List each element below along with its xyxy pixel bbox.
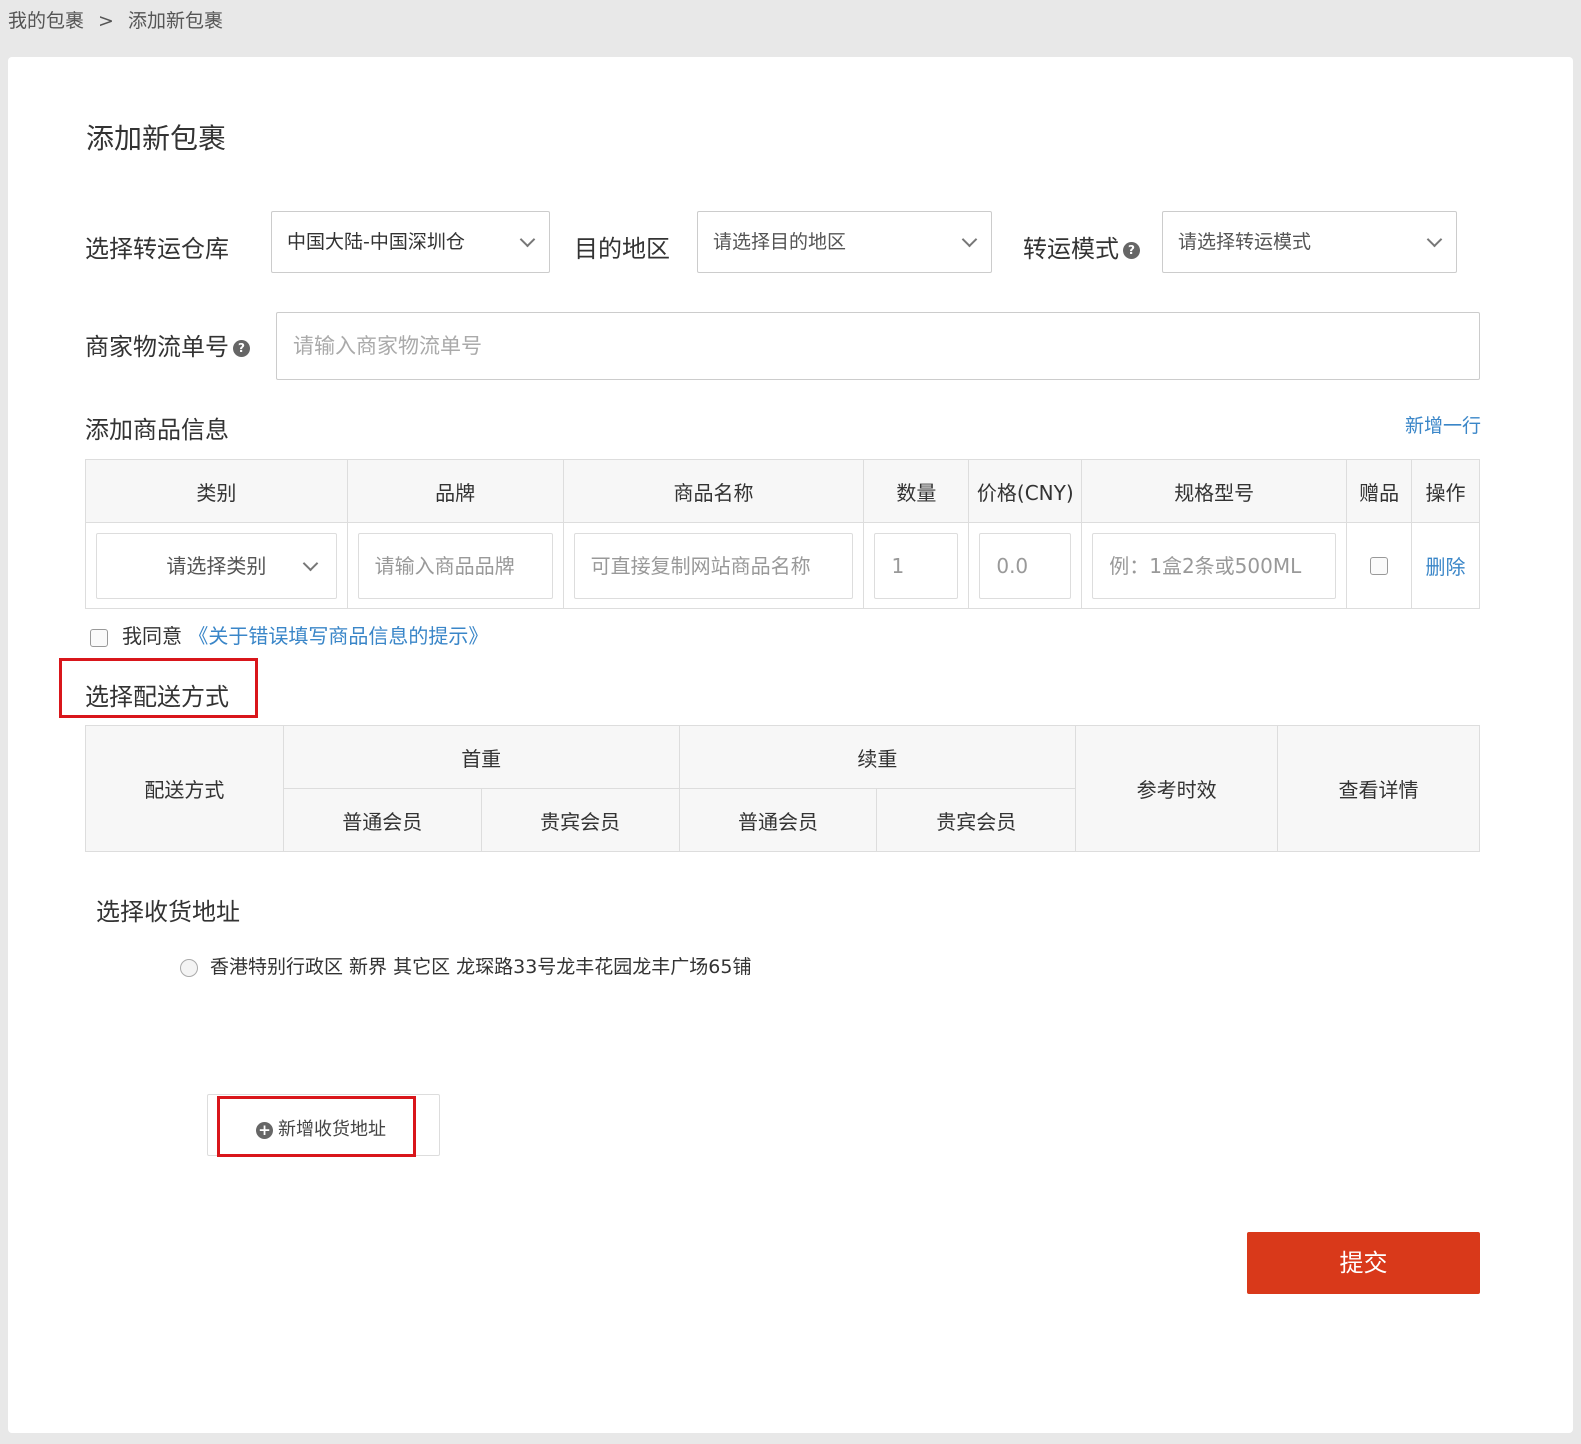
delete-row-link[interactable]: 删除 — [1426, 555, 1466, 579]
agree-checkbox[interactable] — [90, 628, 108, 647]
add-row-link[interactable]: 新增一行 — [1405, 411, 1481, 438]
warehouse-value: 中国大陆-中国深圳仓 — [287, 231, 465, 253]
chevron-down-icon — [961, 231, 978, 248]
address-text: 香港特别行政区 新界 其它区 龙琛路33号龙丰花园龙丰广场65铺 — [210, 956, 752, 978]
tracking-input[interactable]: 请输入商家物流单号 — [276, 312, 1480, 380]
warehouse-select[interactable]: 中国大陆-中国深圳仓 — [271, 211, 550, 273]
help-icon[interactable]: ? — [233, 339, 250, 357]
product-name-input[interactable]: 可直接复制网站商品名称 — [573, 532, 854, 599]
destination-placeholder: 请选择目的地区 — [713, 231, 847, 253]
submit-button[interactable]: 提交 — [1247, 1232, 1480, 1294]
column-header: 类别 — [85, 459, 348, 523]
destination-select[interactable]: 请选择目的地区 — [697, 211, 992, 273]
mode-select[interactable]: 请选择转运模式 — [1162, 211, 1457, 273]
column-header: 查看详情 — [1277, 725, 1480, 852]
mode-label: 转运模式 — [1023, 235, 1119, 263]
column-header: 品牌 — [346, 459, 564, 523]
shipping-header-row: 配送方式 首重 续重 参考时效 查看详情 — [85, 725, 1480, 852]
agree-text: 我同意 — [122, 624, 182, 648]
column-header: 普通会员 — [678, 788, 878, 852]
gift-checkbox[interactable] — [1370, 557, 1389, 576]
column-header: 配送方式 — [85, 725, 284, 852]
shipping-table: 配送方式 首重 续重 参考时效 查看详情 普通会员 贵宾会员 普通会员 贵宾会员 — [85, 725, 1480, 852]
chevron-down-icon — [519, 231, 536, 248]
breadcrumb: 我的包裹 > 添加新包裹 — [8, 6, 223, 33]
column-header: 贵宾会员 — [480, 788, 680, 852]
breadcrumb-current: 添加新包裹 — [127, 10, 223, 32]
address-radio[interactable] — [180, 958, 198, 977]
mode-placeholder: 请选择转运模式 — [1178, 231, 1312, 253]
breadcrumb-home[interactable]: 我的包裹 — [8, 10, 84, 32]
agree-row: 我同意 《关于错误填写商品信息的提示》 — [90, 620, 488, 649]
brand-input[interactable]: 请输入商品品牌 — [357, 532, 553, 599]
tracking-label-group: 商家物流单号? — [85, 327, 250, 362]
chevron-down-icon — [302, 555, 318, 571]
agree-terms-link[interactable]: 《关于错误填写商品信息的提示》 — [188, 624, 488, 648]
goods-heading: 添加商品信息 — [85, 416, 229, 444]
help-icon[interactable]: ? — [1123, 241, 1140, 259]
column-header: 价格(CNY) — [968, 459, 1083, 523]
column-header: 参考时效 — [1075, 725, 1279, 852]
tracking-label: 商家物流单号 — [85, 333, 229, 361]
spec-input[interactable]: 例：1盒2条或500ML — [1092, 532, 1337, 599]
form-card: 添加新包裹 选择转运仓库 中国大陆-中国深圳仓 目的地区 请选择目的地区 转运模… — [8, 57, 1573, 1433]
breadcrumb-separator: > — [98, 10, 114, 32]
shipping-heading: 选择配送方式 — [85, 683, 229, 711]
quantity-input[interactable]: 1 — [874, 532, 959, 599]
chevron-down-icon — [1426, 231, 1443, 248]
address-heading: 选择收货地址 — [96, 898, 240, 926]
column-header: 赠品 — [1346, 459, 1413, 523]
column-header: 商品名称 — [562, 459, 865, 523]
category-value: 请选择类别 — [166, 553, 267, 578]
column-header: 首重 — [282, 725, 680, 789]
mode-label-group: 转运模式? — [1023, 229, 1140, 264]
page-title: 添加新包裹 — [86, 122, 227, 155]
column-header: 贵宾会员 — [876, 788, 1077, 852]
goods-header-row: 类别 品牌 商品名称 数量 价格(CNY) 规格型号 赠品 操作 — [85, 459, 1480, 523]
destination-label: 目的地区 — [574, 235, 670, 263]
column-header: 数量 — [863, 459, 970, 523]
address-option[interactable]: 香港特别行政区 新界 其它区 龙琛路33号龙丰花园龙丰广场65铺 — [180, 952, 751, 979]
column-header: 规格型号 — [1081, 459, 1348, 523]
highlight-box — [217, 1096, 416, 1157]
table-row: 请选择类别 请输入商品品牌 可直接复制网站商品名称 1 0.0 例：1盒2条或5… — [85, 522, 1480, 609]
column-header: 续重 — [678, 725, 1077, 789]
price-input[interactable]: 0.0 — [979, 532, 1072, 599]
goods-table: 类别 品牌 商品名称 数量 价格(CNY) 规格型号 赠品 操作 请选择类别 请… — [85, 459, 1480, 609]
column-header: 普通会员 — [282, 788, 482, 852]
category-select[interactable]: 请选择类别 — [96, 532, 337, 599]
warehouse-label: 选择转运仓库 — [85, 235, 229, 263]
column-header: 操作 — [1411, 459, 1480, 523]
